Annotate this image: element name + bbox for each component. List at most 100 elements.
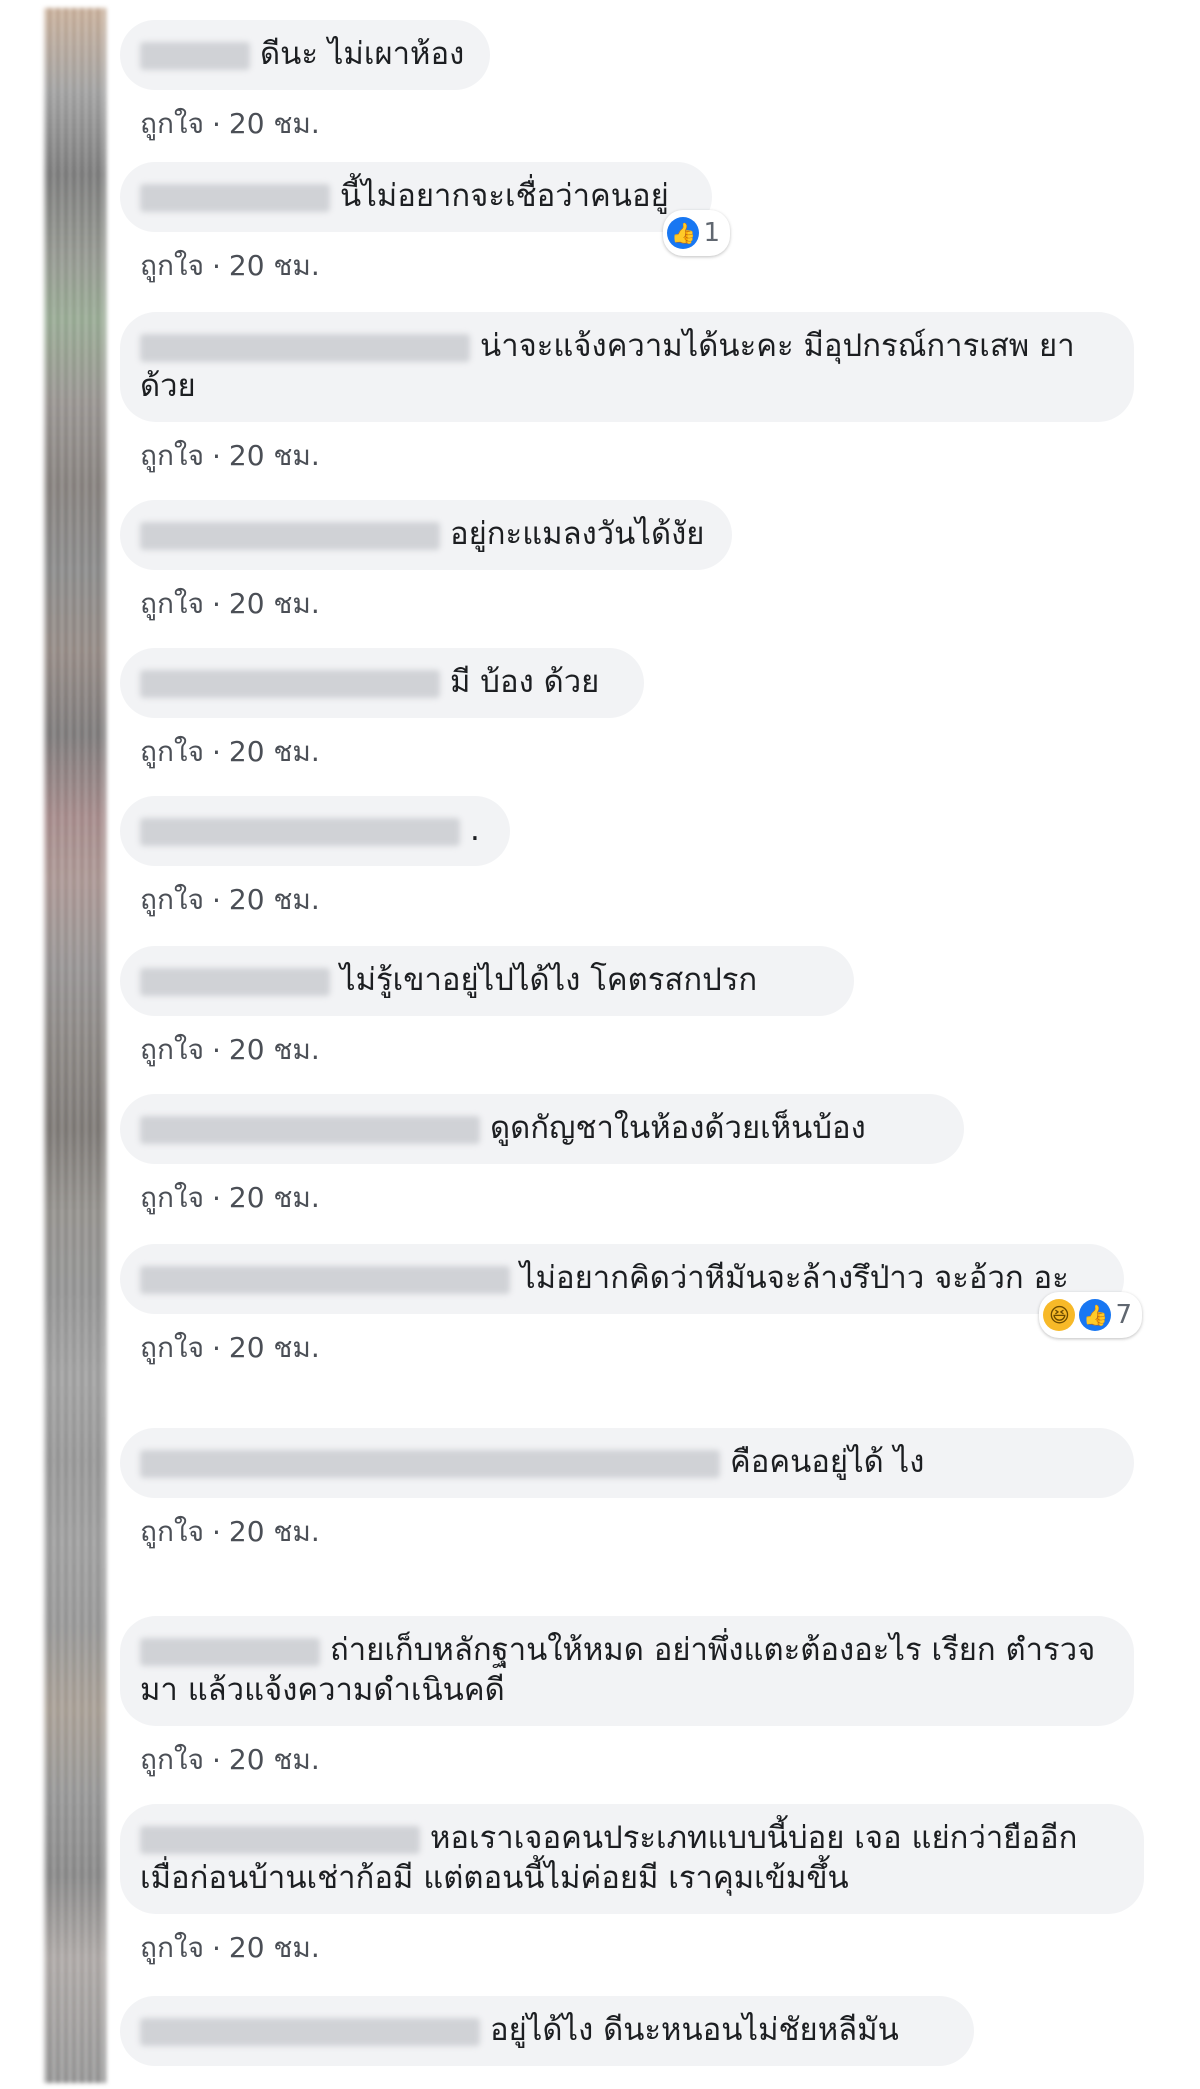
like-icon: 👍 — [1079, 1299, 1112, 1331]
comment: หอเราเจอคนประเภทแบบนี้บ่อย เจอ แย่กว่ายื… — [120, 1804, 1144, 1970]
separator: · — [211, 1515, 221, 1549]
timestamp[interactable]: 20 ชม. — [229, 730, 320, 774]
reaction-summary[interactable]: 👍 1 — [663, 210, 730, 256]
blurred-author-name[interactable] — [140, 1825, 420, 1854]
like-link[interactable]: ถูกใจ — [140, 434, 204, 478]
separator: · — [211, 1331, 221, 1365]
like-link[interactable]: ถูกใจ — [140, 878, 204, 922]
comment-bubble: อยู่กะแมลงวันได้งัย — [120, 500, 732, 570]
comment-bubble: ไม่รู้เขาอยู่ไปได้ไง โคตรสกปรก — [120, 946, 854, 1016]
separator: · — [211, 1931, 221, 1965]
like-link[interactable]: ถูกใจ — [140, 1510, 204, 1554]
like-icon: 👍 — [667, 217, 700, 249]
like-link[interactable]: ถูกใจ — [140, 1926, 204, 1970]
comment-text: อยู่กะแมลงวันได้งัย — [450, 516, 705, 552]
comment: มี บ้อง ด้วย ถูกใจ · 20 ชม. — [120, 648, 644, 774]
comment-text: นี้ไม่อยากจะเชื่อว่าคนอยู่ — [340, 178, 669, 214]
separator: · — [211, 883, 221, 917]
comment: ไม่อยากคิดว่าหีมันจะล้างรึป่าว จะอ้วก อะ… — [120, 1244, 1142, 1370]
timestamp[interactable]: 20 ชม. — [229, 582, 320, 626]
like-link[interactable]: ถูกใจ — [140, 1176, 204, 1220]
like-link[interactable]: ถูกใจ — [140, 1028, 204, 1072]
comment-bubble: ดูดกัญชาในห้องด้วยเห็นบ้อง — [120, 1094, 964, 1164]
blurred-author-name[interactable] — [140, 333, 470, 362]
comment: ดูดกัญชาในห้องด้วยเห็นบ้อง ถูกใจ · 20 ชม… — [120, 1094, 964, 1220]
comment-actions: ถูกใจ · 20 ชม. — [140, 102, 490, 146]
blurred-author-name[interactable] — [140, 967, 330, 996]
comment-bubble: อยู่ได้ไง ดีนะหนอนไม่ชัยหลีมัน — [120, 1996, 974, 2066]
like-link[interactable]: ถูกใจ — [140, 244, 204, 288]
separator: · — [211, 587, 221, 621]
timestamp[interactable]: 20 ชม. — [229, 244, 320, 288]
comment: ถ่ายเก็บหลักฐานให้หมด อย่าพึ่งแตะต้องอะไ… — [120, 1616, 1134, 1782]
timestamp[interactable]: 20 ชม. — [229, 1176, 320, 1220]
comment-actions: ถูกใจ · 20 ชม. — [140, 1176, 964, 1220]
blurred-author-name[interactable] — [140, 183, 330, 212]
like-link[interactable]: ถูกใจ — [140, 102, 204, 146]
blurred-author-name[interactable] — [140, 521, 440, 550]
timestamp[interactable]: 20 ชม. — [229, 878, 320, 922]
comment-actions: ถูกใจ · 20 ชม. — [140, 1028, 854, 1072]
comment-actions: ถูกใจ · 20 ชม. — [140, 1510, 1134, 1554]
blurred-author-name[interactable] — [140, 1637, 320, 1666]
blurred-author-name[interactable] — [140, 1115, 480, 1144]
comment-actions: ถูกใจ · 20 ชม. — [140, 1926, 1144, 1970]
blurred-author-name[interactable] — [140, 669, 440, 698]
comment-bubble: . — [120, 796, 510, 866]
blurred-author-name[interactable] — [140, 1449, 720, 1478]
blurred-author-name[interactable] — [140, 2017, 480, 2046]
like-link[interactable]: ถูกใจ — [140, 730, 204, 774]
separator: · — [211, 1033, 221, 1067]
like-link[interactable]: ถูกใจ — [140, 582, 204, 626]
comment-actions: ถูกใจ · 20 ชม. — [140, 434, 1134, 478]
comment-bubble: น่าจะแจ้งความได้นะคะ มีอุปกรณ์การเสพ ยาด… — [120, 312, 1134, 422]
comment-actions: ถูกใจ · 20 ชม. — [140, 1326, 1124, 1370]
comment-bubble: มี บ้อง ด้วย — [120, 648, 644, 718]
blurred-author-name[interactable] — [140, 41, 250, 70]
separator: · — [211, 249, 221, 283]
timestamp[interactable]: 20 ชม. — [229, 102, 320, 146]
timestamp[interactable]: 20 ชม. — [229, 1738, 320, 1782]
comment-actions: ถูกใจ · 20 ชม. — [140, 730, 644, 774]
comment-actions: ถูกใจ · 20 ชม. — [140, 878, 510, 922]
comment-text: . — [470, 812, 480, 848]
comment-bubble: คือคนอยู่ได้ ไง — [120, 1428, 1134, 1498]
comment-text: ดูดกัญชาในห้องด้วยเห็นบ้อง — [490, 1110, 866, 1146]
haha-icon: 😆 — [1043, 1299, 1076, 1331]
comment: อยู่กะแมลงวันได้งัย ถูกใจ · 20 ชม. — [120, 500, 732, 626]
separator: · — [211, 1181, 221, 1215]
separator: · — [211, 735, 221, 769]
comment: น่าจะแจ้งความได้นะคะ มีอุปกรณ์การเสพ ยาด… — [120, 312, 1134, 478]
comment: อยู่ได้ไง ดีนะหนอนไม่ชัยหลีมัน — [120, 1996, 974, 2066]
comment-actions: ถูกใจ · 20 ชม. — [140, 582, 732, 626]
separator: · — [211, 107, 221, 141]
comment-text: ดีนะ ไม่เผาห้อง — [260, 36, 465, 72]
blurred-author-name[interactable] — [140, 817, 460, 846]
comment: คือคนอยู่ได้ ไง ถูกใจ · 20 ชม. — [120, 1428, 1134, 1554]
blurred-author-name[interactable] — [140, 1265, 510, 1294]
reaction-count: 7 — [1115, 1300, 1132, 1330]
comment: ไม่รู้เขาอยู่ไปได้ไง โคตรสกปรก ถูกใจ · 2… — [120, 946, 854, 1072]
comment-text: มี บ้อง ด้วย — [450, 664, 600, 700]
comment-actions: ถูกใจ · 20 ชม. — [140, 1738, 1134, 1782]
reaction-count: 1 — [703, 218, 720, 248]
comment-text: ไม่รู้เขาอยู่ไปได้ไง โคตรสกปรก — [340, 962, 758, 998]
comment-bubble: ไม่อยากคิดว่าหีมันจะล้างรึป่าว จะอ้วก อะ… — [120, 1244, 1142, 1338]
comment-bubble: หอเราเจอคนประเภทแบบนี้บ่อย เจอ แย่กว่ายื… — [120, 1804, 1144, 1914]
timestamp[interactable]: 20 ชม. — [229, 434, 320, 478]
comment-text: ไม่อยากคิดว่าหีมันจะล้างรึป่าว จะอ้วก อะ — [520, 1260, 1069, 1296]
comment: . ถูกใจ · 20 ชม. — [120, 796, 510, 922]
comment: นี้ไม่อยากจะเชื่อว่าคนอยู่ 👍 1 ถูกใจ · 2… — [120, 162, 730, 288]
comment-actions: ถูกใจ · 20 ชม. — [140, 244, 712, 288]
timestamp[interactable]: 20 ชม. — [229, 1326, 320, 1370]
timestamp[interactable]: 20 ชม. — [229, 1028, 320, 1072]
like-link[interactable]: ถูกใจ — [140, 1326, 204, 1370]
blurred-avatar-column — [44, 8, 106, 2083]
comment-bubble: ถ่ายเก็บหลักฐานให้หมด อย่าพึ่งแตะต้องอะไ… — [120, 1616, 1134, 1726]
reaction-summary[interactable]: 😆 👍 7 — [1039, 1292, 1142, 1338]
like-link[interactable]: ถูกใจ — [140, 1738, 204, 1782]
comment: ดีนะ ไม่เผาห้อง ถูกใจ · 20 ชม. — [120, 20, 490, 146]
timestamp[interactable]: 20 ชม. — [229, 1510, 320, 1554]
comment-bubble: ดีนะ ไม่เผาห้อง — [120, 20, 490, 90]
timestamp[interactable]: 20 ชม. — [229, 1926, 320, 1970]
